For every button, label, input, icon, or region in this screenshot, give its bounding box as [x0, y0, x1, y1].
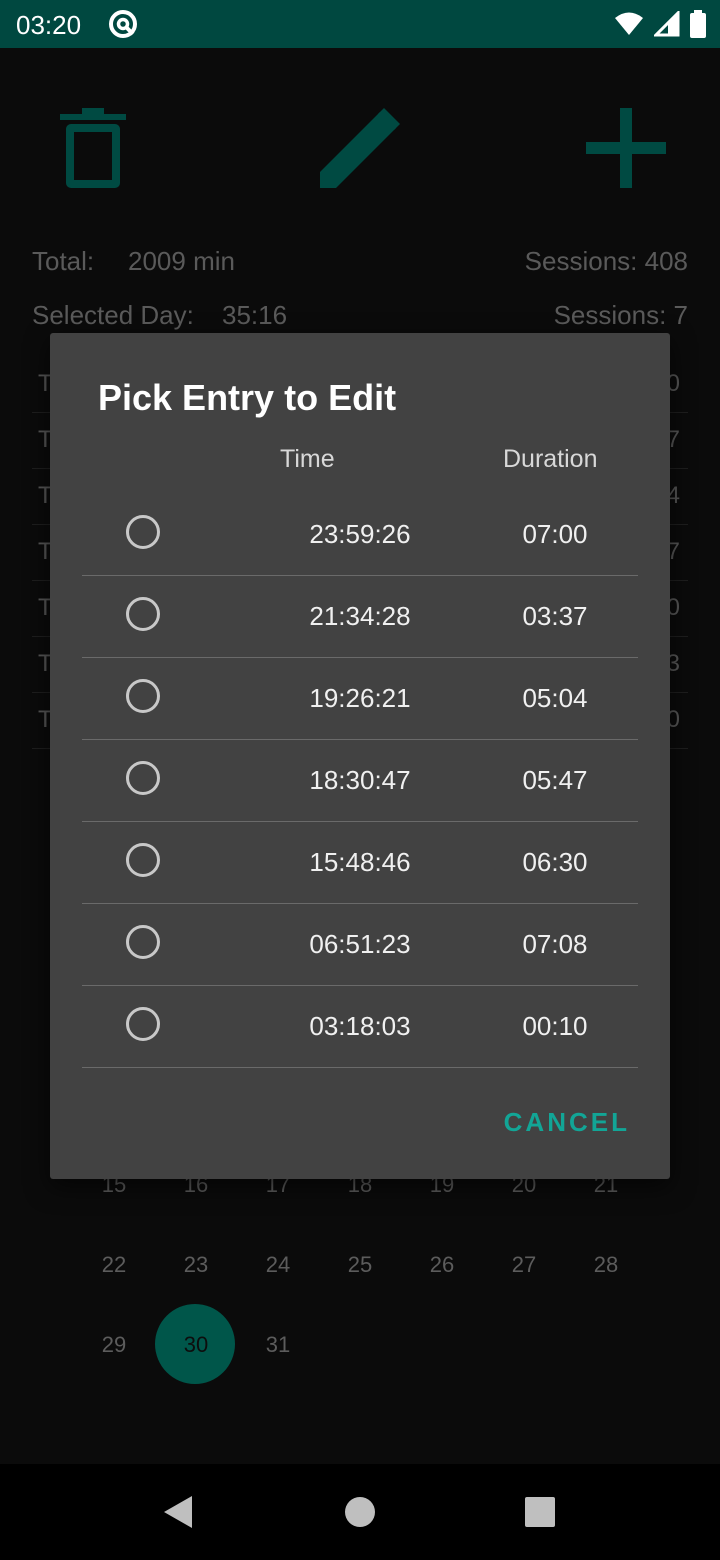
home-icon[interactable]: [344, 1496, 376, 1528]
radio-button[interactable]: [126, 761, 160, 795]
dialog-title: Pick Entry to Edit: [98, 377, 397, 418]
entry-row[interactable]: 06:51:23 07:08: [82, 903, 638, 986]
cell-signal-icon: [654, 11, 680, 37]
calendar-day: 31: [265, 1332, 291, 1357]
entry-duration: 03:37: [522, 601, 588, 631]
calendar-day: 29: [101, 1332, 127, 1357]
calendar-day: 23: [183, 1252, 209, 1277]
entry-duration: 07:00: [522, 519, 588, 549]
battery-icon: [690, 10, 706, 38]
radio-button[interactable]: [126, 515, 160, 549]
calendar-day: 27: [511, 1252, 537, 1277]
entry-row[interactable]: 03:18:03 00:10: [82, 985, 638, 1068]
entry-row[interactable]: 15:48:46 06:30: [82, 821, 638, 904]
total-label: Total:: [32, 246, 95, 276]
calendar-day: 25: [347, 1252, 373, 1277]
column-header-duration: Duration: [503, 445, 598, 473]
radio-button[interactable]: [126, 679, 160, 713]
entry-row[interactable]: 18:30:47 05:47: [82, 739, 638, 822]
entry-time: 06:51:23: [309, 929, 411, 959]
status-time: 03:20: [16, 10, 82, 40]
sessions-total: Sessions: 408: [524, 246, 688, 276]
back-icon[interactable]: [162, 1496, 194, 1528]
wifi-icon: [615, 12, 643, 35]
column-header-time: Time: [280, 445, 335, 473]
entry-time: 18:30:47: [309, 765, 411, 795]
calendar-day: 24: [265, 1252, 291, 1277]
entry-time: 03:18:03: [309, 1011, 411, 1041]
pick-entry-dialog: Pick Entry to Edit Time Duration 23:59:2…: [50, 333, 670, 1179]
entry-duration: 05:47: [522, 765, 588, 795]
at-sign-icon: [109, 10, 137, 38]
radio-button[interactable]: [126, 843, 160, 877]
entry-duration: 00:10: [522, 1011, 588, 1041]
selected-day-label: Selected Day:: [32, 300, 194, 330]
entry-time: 15:48:46: [309, 847, 411, 877]
radio-button[interactable]: [126, 1007, 160, 1041]
entry-time: 23:59:26: [309, 519, 411, 549]
entry-time: 19:26:21: [309, 683, 411, 713]
recents-icon[interactable]: [524, 1496, 556, 1528]
selected-day-value: 35:16: [222, 300, 288, 330]
entry-duration: 05:04: [522, 683, 588, 713]
status-bar: 03:20: [0, 0, 720, 48]
total-value: 2009 min: [128, 246, 235, 276]
sessions-day: Sessions: 7: [553, 300, 688, 330]
cancel-button[interactable]: CANCEL: [504, 1107, 630, 1138]
calendar-day: 26: [429, 1252, 455, 1277]
entry-time: 21:34:28: [309, 601, 411, 631]
entry-row[interactable]: 23:59:26 07:00: [82, 493, 638, 576]
trash-icon: [60, 108, 126, 188]
pencil-icon: [320, 108, 400, 188]
plus-icon: [586, 108, 666, 188]
calendar-day-selected: 30: [183, 1332, 209, 1357]
calendar-day: 28: [593, 1252, 619, 1277]
radio-button[interactable]: [126, 925, 160, 959]
entry-duration: 07:08: [522, 929, 588, 959]
calendar-day: 22: [101, 1252, 127, 1277]
navigation-bar: [0, 1464, 720, 1560]
entry-row[interactable]: 19:26:21 05:04: [82, 657, 638, 740]
entry-duration: 06:30: [522, 847, 588, 877]
entry-row[interactable]: 21:34:28 03:37: [82, 575, 638, 658]
radio-button[interactable]: [126, 597, 160, 631]
